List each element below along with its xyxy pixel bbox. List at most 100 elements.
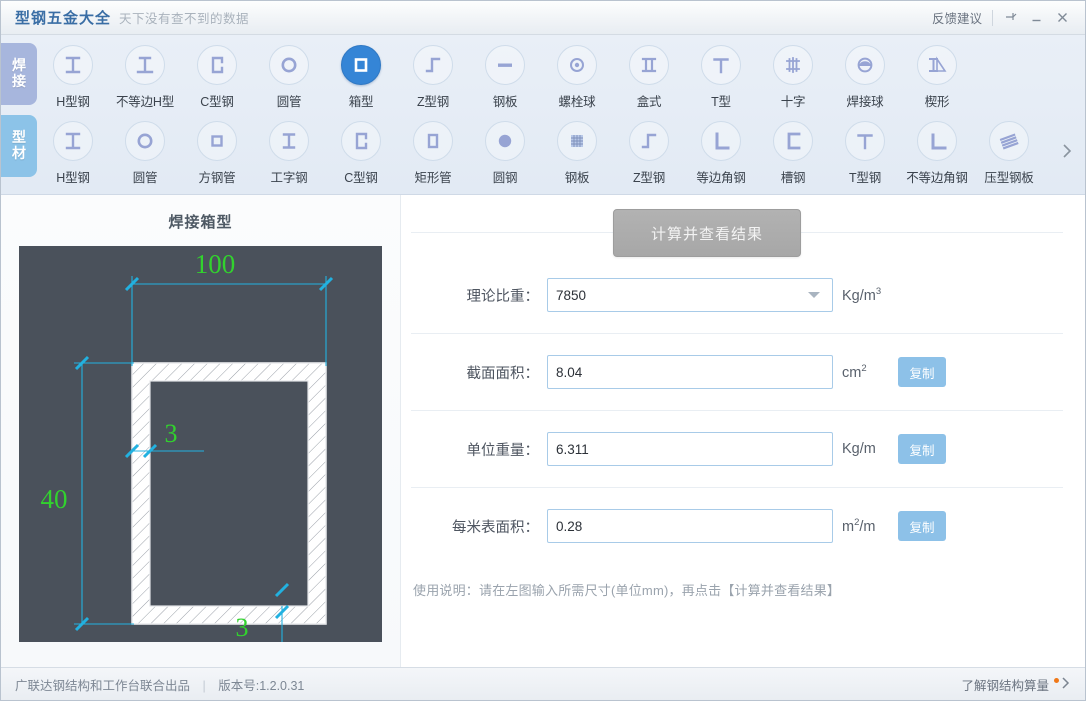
toolbar-item-槽钢[interactable]: 槽钢 [757, 115, 829, 186]
field-row: 理论比重： 7850 Kg/m3 [411, 257, 1063, 333]
wedge-icon[interactable] [917, 45, 957, 85]
toolbar-item-楔形[interactable]: 楔形 [901, 39, 973, 110]
corrugated-plate-icon[interactable] [989, 121, 1029, 161]
toolbar-item-圆钢[interactable]: 圆钢 [469, 115, 541, 186]
t-section-icon[interactable] [845, 121, 885, 161]
c-channel-icon[interactable] [197, 45, 237, 85]
toolbar-item-label: 压型钢板 [984, 171, 1034, 185]
toolbar-item-等边角钢[interactable]: 等边角钢 [685, 115, 757, 186]
toolbar-item-方钢管[interactable]: 方钢管 [181, 115, 253, 186]
field-value: 8.04 [556, 364, 583, 380]
bolt-ball-icon[interactable] [557, 45, 597, 85]
toolbar-item-工字钢[interactable]: 工字钢 [253, 115, 325, 186]
round-tube-icon[interactable] [125, 121, 165, 161]
toolbar-item-label: C型钢 [344, 171, 378, 185]
chevron-right-icon [1061, 676, 1071, 693]
toolbar-item-Z型钢[interactable]: Z型钢 [613, 115, 685, 186]
learn-more-link[interactable]: 了解钢结构算量 [961, 675, 1071, 694]
calculate-button[interactable]: 计算并查看结果 [613, 209, 801, 257]
feedback-button[interactable]: 反馈建议 [932, 8, 982, 27]
field-input[interactable]: 0.28 [547, 509, 833, 543]
toolbar-item-label: 等边角钢 [696, 171, 746, 185]
toolbar-item-箱型[interactable]: 箱型 [325, 39, 397, 110]
toolbar-item-T型钢[interactable]: T型钢 [829, 115, 901, 186]
close-icon[interactable] [1049, 7, 1075, 29]
pin-icon[interactable] [997, 7, 1023, 29]
unequal-h-beam-icon[interactable] [125, 45, 165, 85]
toolbar-item-H型钢[interactable]: H型钢 [37, 115, 109, 186]
equal-angle-icon[interactable] [701, 121, 741, 161]
section-diagram[interactable]: 100 40 3 3 [19, 246, 382, 642]
steel-plate-icon[interactable] [485, 45, 525, 85]
status-bar: 广联达钢结构和工作台联合出品 | 版本号:1.2.0.31 了解钢结构算量 [1, 667, 1085, 700]
application-window: 型钢五金大全 天下没有查不到的数据 反馈建议 焊接 型材 H型钢 不等边H型 C… [0, 0, 1086, 701]
toolbar-item-Z型钢[interactable]: Z型钢 [397, 39, 469, 110]
round-bar-icon[interactable] [485, 121, 525, 161]
calc-button-area: 计算并查看结果 [411, 195, 1063, 257]
round-tube-icon[interactable] [269, 45, 309, 85]
toolbar-item-label: Z型钢 [416, 95, 450, 109]
toolbar-item-螺栓球[interactable]: 螺栓球 [541, 39, 613, 110]
field-label: 理论比重： [466, 288, 540, 305]
toolbar-item-label: 圆管 [132, 171, 158, 185]
toolbar-item-钢板[interactable]: 钢板 [541, 115, 613, 186]
field-input[interactable]: 6.311 [547, 432, 833, 466]
notification-dot-icon [1054, 677, 1059, 683]
z-section-icon[interactable] [629, 121, 669, 161]
diagram-pane: 焊接箱型 100 40 3 3 [1, 195, 401, 670]
toolbar-item-C型钢[interactable]: C型钢 [181, 39, 253, 110]
rect-tube-icon[interactable] [413, 121, 453, 161]
field-input[interactable]: 8.04 [547, 355, 833, 389]
unequal-angle-icon[interactable] [917, 121, 957, 161]
toolbar-item-不等边H型[interactable]: 不等边H型 [109, 39, 181, 110]
box-joint-icon[interactable] [629, 45, 669, 85]
toolbar-item-label: 螺栓球 [558, 95, 596, 109]
usage-hint: 使用说明：请在左图输入所需尺寸(单位mm)，再点击【计算并查看结果】 [413, 583, 841, 598]
h-beam-icon[interactable] [53, 121, 93, 161]
toolbar-item-label: 工字钢 [270, 171, 308, 185]
toolbar-item-label: 矩形管 [414, 171, 452, 185]
i-beam-icon[interactable] [269, 121, 309, 161]
toolbar-item-label: 不等边H型 [115, 95, 175, 109]
box-section-icon[interactable] [341, 45, 381, 85]
copy-button[interactable]: 复制 [898, 511, 946, 541]
toolbar-item-矩形管[interactable]: 矩形管 [397, 115, 469, 186]
steel-plate-textured-icon[interactable] [557, 121, 597, 161]
z-section-icon[interactable] [413, 45, 453, 85]
field-unit: Kg/m [842, 441, 876, 457]
copy-button[interactable]: 复制 [898, 357, 946, 387]
chevron-right-icon[interactable] [1057, 139, 1077, 163]
c-channel-icon[interactable] [341, 121, 381, 161]
toolbar-item-H型钢[interactable]: H型钢 [37, 39, 109, 110]
toolbar-item-不等边角钢[interactable]: 不等边角钢 [901, 115, 973, 186]
toolbar-item-盒式[interactable]: 盒式 [613, 39, 685, 110]
field-unit: Kg/m3 [842, 286, 882, 304]
toolbar-item-圆管[interactable]: 圆管 [253, 39, 325, 110]
toolbar-item-T型[interactable]: T型 [685, 39, 757, 110]
t-section-icon[interactable] [701, 45, 741, 85]
copy-button[interactable]: 复制 [898, 434, 946, 464]
toolbar-item-钢板[interactable]: 钢板 [469, 39, 541, 110]
density-dropdown[interactable]: 7850 [547, 278, 833, 312]
toolbar-item-焊接球[interactable]: 焊接球 [829, 39, 901, 110]
toolbar-item-压型钢板[interactable]: 压型钢板 [973, 115, 1045, 186]
chevron-down-icon[interactable] [808, 292, 820, 298]
minimize-icon[interactable] [1023, 7, 1049, 29]
category-tab-welding[interactable]: 焊接 [1, 43, 37, 105]
welded-ball-icon[interactable] [845, 45, 885, 85]
footer-producer: 广联达钢结构和工作台联合出品 | 版本号:1.2.0.31 [15, 675, 304, 694]
dimension-width: 100 [195, 249, 236, 279]
field-row: 截面面积： 8.04 cm2 复制 [411, 334, 1063, 410]
window-controls: 反馈建议 [932, 7, 1085, 29]
toolbar-item-圆管[interactable]: 圆管 [109, 115, 181, 186]
square-tube-icon[interactable] [197, 121, 237, 161]
field-label: 截面面积： [466, 365, 540, 382]
toolbar-item-label: 不等边角钢 [906, 171, 968, 185]
channel-icon[interactable] [773, 121, 813, 161]
category-tab-profile[interactable]: 型材 [1, 115, 37, 177]
toolbar-item-十字[interactable]: 十字 [757, 39, 829, 110]
toolbar-item-C型钢[interactable]: C型钢 [325, 115, 397, 186]
cross-section-icon[interactable] [773, 45, 813, 85]
field-row: 单位重量： 6.311 Kg/m 复制 [411, 411, 1063, 487]
h-beam-icon[interactable] [53, 45, 93, 85]
